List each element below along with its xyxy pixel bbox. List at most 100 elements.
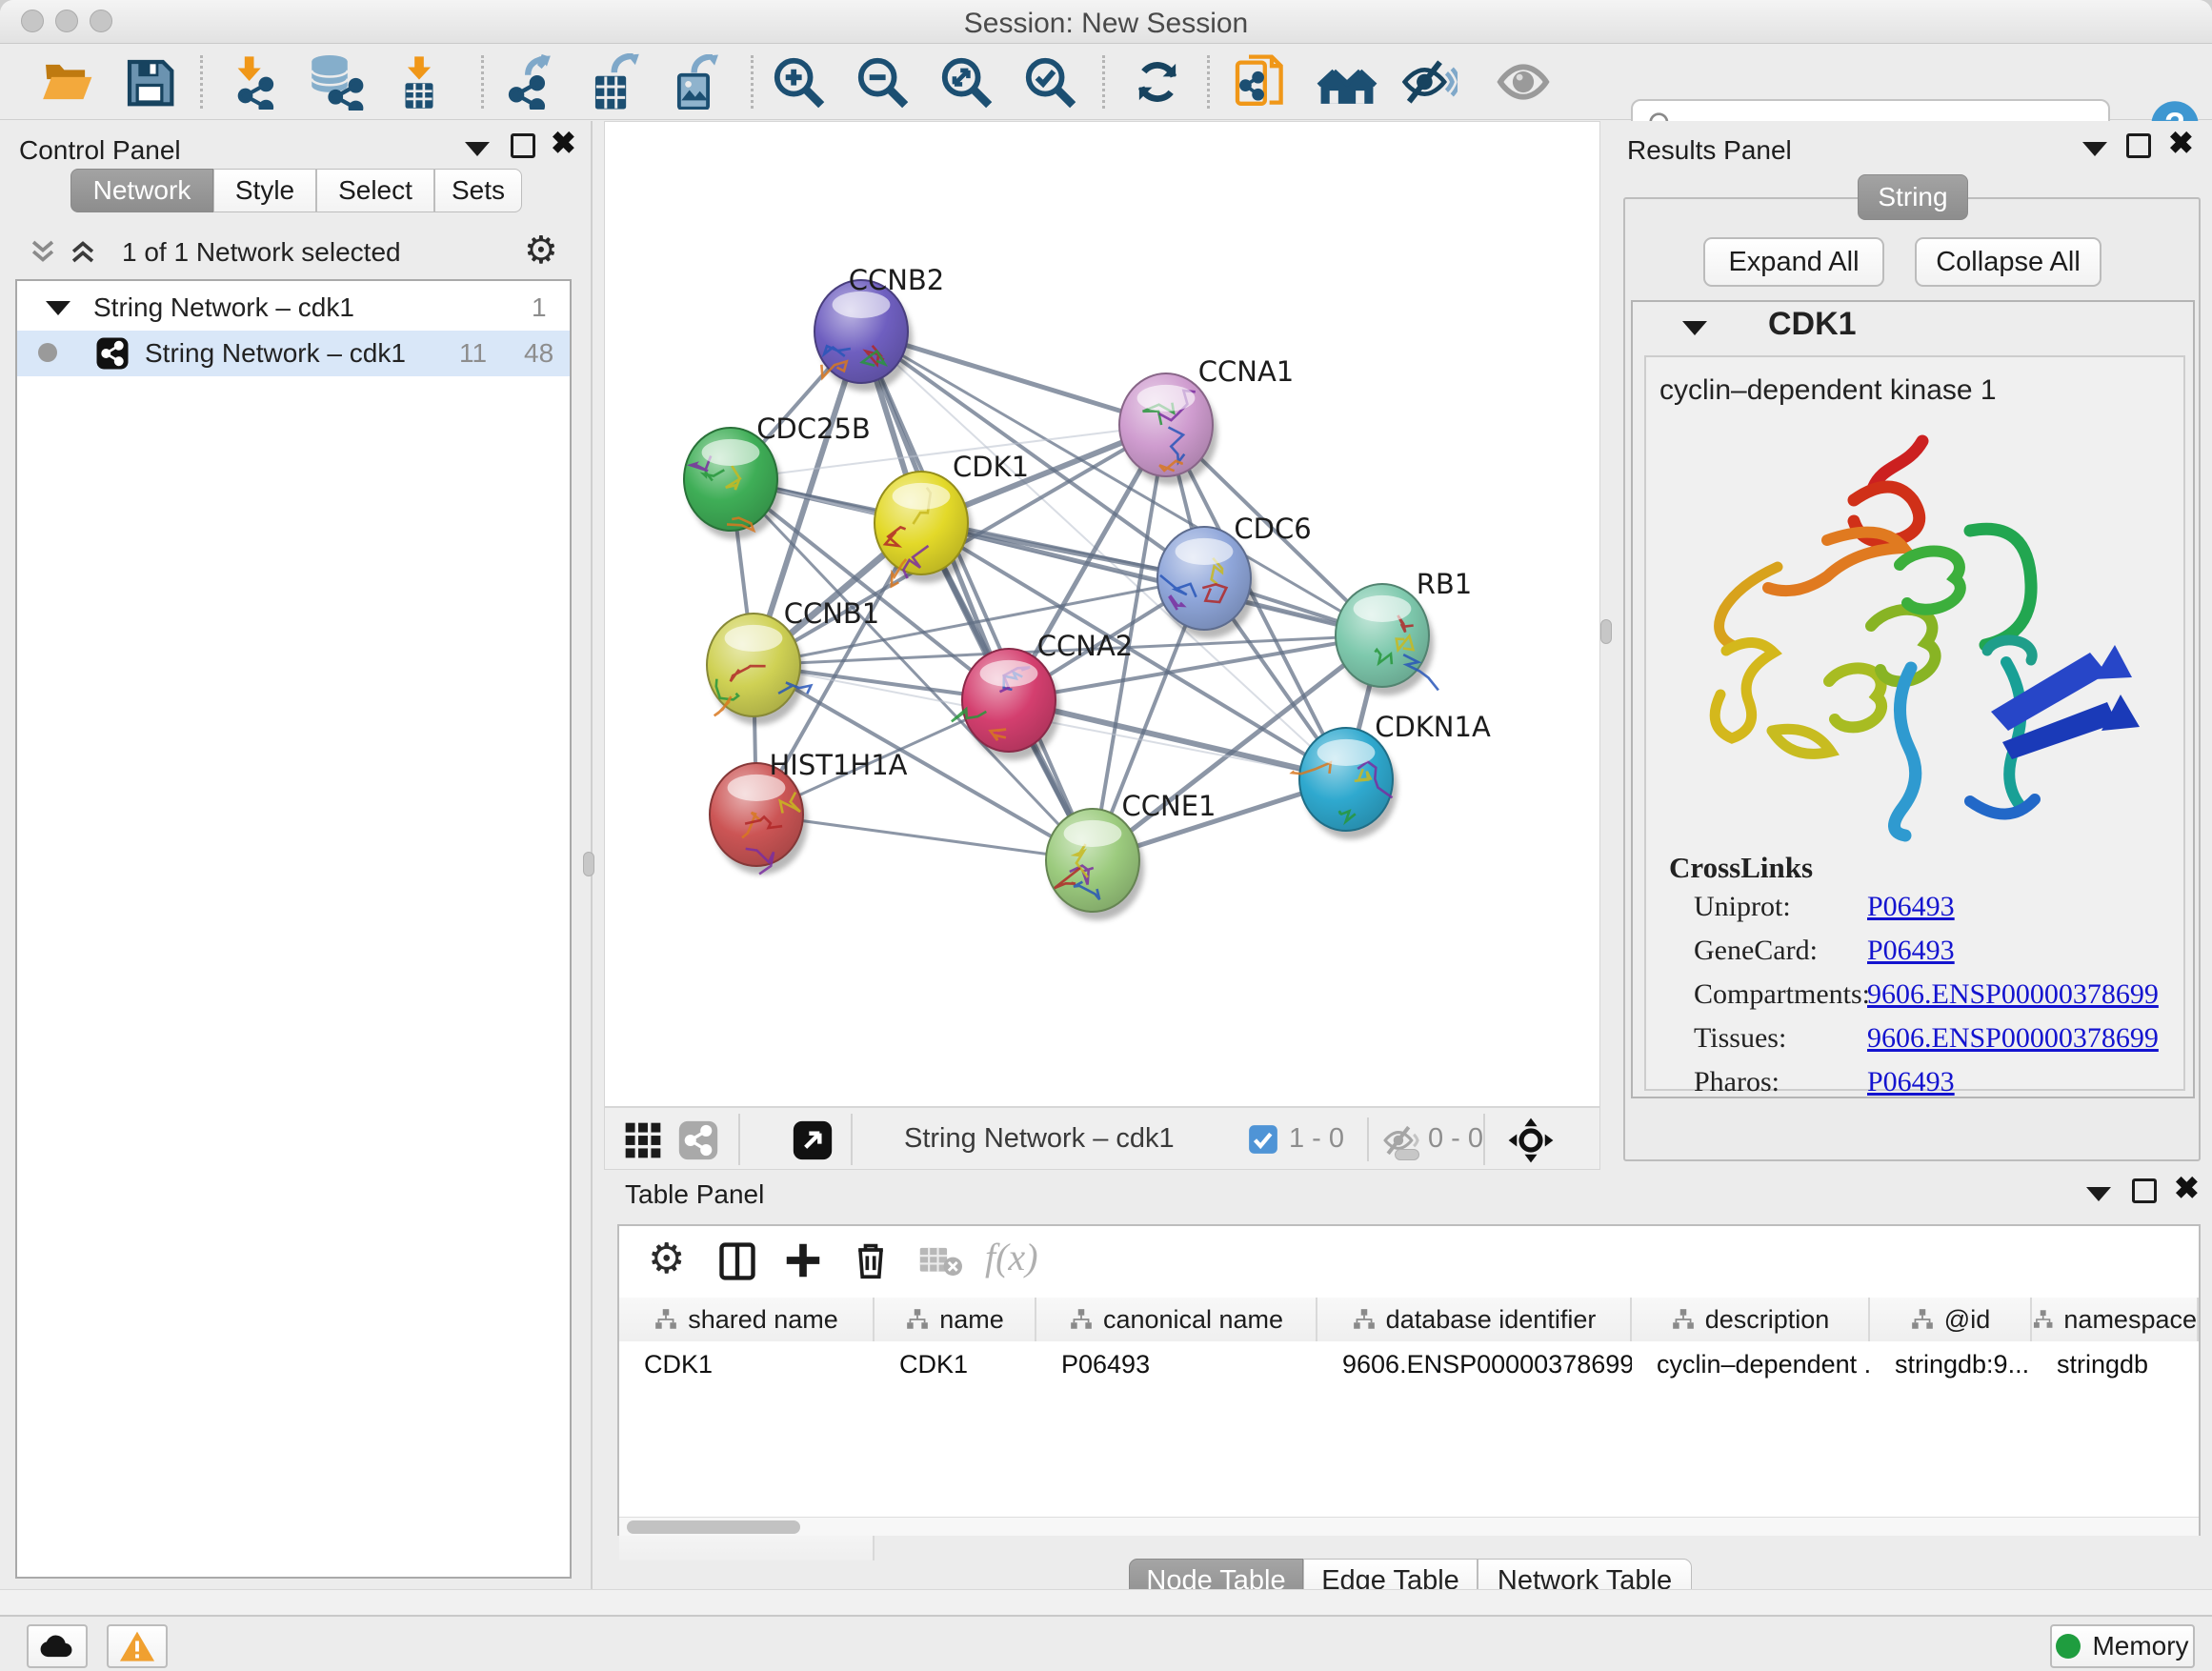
collapse-all-button[interactable]: Collapse All <box>1915 237 2101 287</box>
panel-float-icon[interactable] <box>2126 133 2151 158</box>
zoom-selected-button[interactable] <box>1019 51 1080 112</box>
cloud-icon <box>39 1633 75 1660</box>
node-gloss <box>1354 595 1412 622</box>
crosslink-label: Compartments: <box>1694 978 1870 1011</box>
network-options-gear-icon[interactable]: ⚙ <box>524 232 558 270</box>
open-session-button[interactable] <box>38 51 97 112</box>
network-graph[interactable]: CCNB2CCNA1CDC25BCDK1CDC6RB1CCNB1CCNA2CDK… <box>605 122 1599 1105</box>
table-cell[interactable]: stringdb <box>2032 1343 2199 1385</box>
results-panel-splitter-handle[interactable] <box>1600 619 1612 644</box>
table-cell[interactable]: P06493 <box>1036 1343 1317 1385</box>
table-cell[interactable]: CDK1 <box>619 1343 875 1385</box>
memory-status-dot-icon <box>2056 1634 2081 1659</box>
protein-details: cyclin–dependent kinase 1 <box>1644 355 2185 1091</box>
crosslink-uniprot-link[interactable]: P06493 <box>1867 891 1955 923</box>
node-CCNB2[interactable] <box>814 280 913 392</box>
panel-menu-icon[interactable] <box>465 142 490 156</box>
column-header-name[interactable]: name <box>875 1298 1036 1341</box>
table-cell[interactable]: stringdb:9... <box>1870 1343 2032 1385</box>
detach-view-icon[interactable] <box>792 1119 834 1161</box>
grid-view-icon[interactable] <box>622 1119 664 1161</box>
panel-close-icon[interactable]: ✖ <box>551 131 576 155</box>
network-view-mode-icon[interactable] <box>677 1119 719 1161</box>
select-columns-icon[interactable] <box>716 1240 758 1282</box>
home-button[interactable] <box>1313 51 1381 112</box>
memory-button[interactable]: Memory <box>2050 1624 2195 1668</box>
panel-float-icon[interactable] <box>2132 1178 2157 1203</box>
tab-network[interactable]: Network <box>70 169 213 212</box>
tab-style-label: Style <box>235 175 294 206</box>
column-header-canonical-name[interactable]: canonical name <box>1036 1298 1317 1341</box>
delete-column-icon[interactable] <box>850 1238 892 1282</box>
network-canvas[interactable]: CCNB2CCNA1CDC25BCDK1CDC6RB1CCNB1CCNA2CDK… <box>604 121 1600 1107</box>
status-bar: Memory <box>0 1615 2212 1671</box>
panel-close-icon[interactable]: ✖ <box>2174 1176 2200 1200</box>
import-network-button[interactable] <box>223 51 284 112</box>
column-header-description[interactable]: description <box>1632 1298 1870 1341</box>
panel-menu-icon[interactable] <box>2082 142 2107 156</box>
table-options-gear-icon[interactable]: ⚙ <box>648 1240 685 1278</box>
table-cell[interactable]: CDK1 <box>875 1343 1036 1385</box>
eye-slash-icon <box>1400 55 1458 109</box>
export-table-icon <box>586 53 645 111</box>
expand-all-chevron-icon[interactable] <box>67 235 99 268</box>
refresh-button[interactable] <box>1128 51 1187 112</box>
crosslink-pharos-link[interactable]: P06493 <box>1867 1066 1955 1098</box>
panel-float-icon[interactable] <box>511 133 535 158</box>
export-network-button[interactable] <box>499 51 566 112</box>
add-column-icon[interactable] <box>781 1238 825 1282</box>
panel-close-icon[interactable]: ✖ <box>2168 131 2194 155</box>
import-network-from-database-button[interactable] <box>297 51 372 112</box>
node-label-CCNA2: CCNA2 <box>1037 630 1133 662</box>
crosslink-label: Uniprot: <box>1694 891 1791 923</box>
network-collection-row[interactable]: String Network – cdk1 1 <box>17 287 570 331</box>
warnings-button[interactable] <box>107 1624 168 1668</box>
zoom-out-button[interactable] <box>852 51 913 112</box>
export-image-button[interactable] <box>665 51 728 112</box>
collection-expander-icon[interactable] <box>46 301 70 315</box>
table-cell[interactable]: cyclin–dependent ... <box>1632 1343 1870 1385</box>
column-header-shared-name[interactable]: shared name <box>619 1298 875 1341</box>
tab-sets[interactable]: Sets <box>434 169 522 212</box>
column-header-namespace[interactable]: namespace <box>2032 1298 2199 1341</box>
column-header--id[interactable]: @id <box>1870 1298 2032 1341</box>
node-CDK1[interactable] <box>875 472 973 586</box>
tab-string[interactable]: String <box>1858 174 1968 220</box>
node-CCNE1[interactable] <box>1046 809 1144 920</box>
zoom-in-button[interactable] <box>768 51 829 112</box>
table-cell[interactable]: 9606.ENSP00000378699 <box>1317 1343 1632 1385</box>
clone-network-button[interactable] <box>1229 51 1292 112</box>
selected-checkbox-icon[interactable] <box>1247 1123 1279 1156</box>
hide-selected-button[interactable] <box>1398 51 1459 112</box>
control-panel-splitter-handle[interactable] <box>583 852 594 876</box>
node-label-HIST1H1A: HIST1H1A <box>769 749 907 781</box>
tab-style[interactable]: Style <box>213 169 316 212</box>
import-table-button[interactable] <box>389 51 450 112</box>
export-table-button[interactable] <box>579 51 652 112</box>
show-all-button[interactable] <box>1494 51 1553 112</box>
table-panel-splitter-handle[interactable] <box>1395 1149 1419 1160</box>
node-RB1[interactable] <box>1336 584 1438 695</box>
node-CCNA1[interactable] <box>1119 373 1217 485</box>
save-session-button[interactable] <box>120 51 179 112</box>
column-header-database-identifier[interactable]: database identifier <box>1317 1298 1632 1341</box>
panel-menu-icon[interactable] <box>2086 1187 2111 1201</box>
expand-all-button[interactable]: Expand All <box>1703 237 1884 287</box>
cloud-status-button[interactable] <box>27 1624 88 1668</box>
protein-expander-icon[interactable] <box>1682 321 1707 335</box>
birds-eye-view-icon[interactable] <box>1506 1116 1556 1165</box>
view-toolbar-separator <box>1367 1117 1369 1161</box>
crosslink-tissues-link[interactable]: 9606.ENSP00000378699 <box>1867 1022 2159 1055</box>
column-type-icon <box>2032 1307 2054 1332</box>
node-gloss <box>1137 385 1196 412</box>
network-list: String Network – cdk1 1 String Network –… <box>15 279 572 1579</box>
network-row-selected[interactable]: String Network – cdk1 11 48 <box>17 331 570 376</box>
crosslink-compartments-link[interactable]: 9606.ENSP00000378699 <box>1867 978 2159 1011</box>
zoom-fit-button[interactable] <box>935 51 996 112</box>
tab-select[interactable]: Select <box>316 169 434 212</box>
table-hscrollbar-thumb[interactable] <box>627 1520 800 1534</box>
crosslink-genecard-link[interactable]: P06493 <box>1867 935 1955 967</box>
title-bar: Session: New Session <box>0 0 2212 44</box>
collapse-all-chevron-icon[interactable] <box>27 235 59 268</box>
table-hscrollbar-track[interactable] <box>619 1517 2199 1536</box>
